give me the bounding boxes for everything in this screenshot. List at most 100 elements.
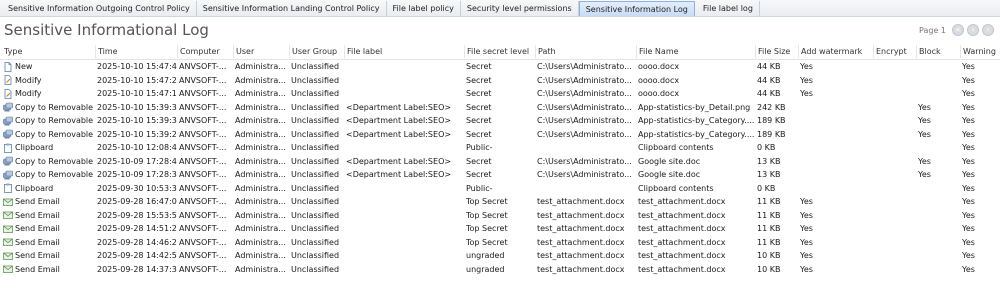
tab-security-level-permissions[interactable]: Security level permissions	[461, 1, 579, 16]
cell-encrypt	[873, 101, 916, 115]
cell-add-watermark	[798, 128, 873, 142]
cell-path: C:\Users\Administrato...	[537, 102, 632, 112]
cell-encrypt	[873, 236, 916, 250]
cell-type-label: Modify	[15, 89, 42, 98]
cell-encrypt	[873, 74, 916, 88]
page-title: Sensitive Informational Log	[4, 21, 209, 39]
tab-file-label-log[interactable]: File label log	[697, 1, 760, 16]
cell-path: test_attachment.docx	[537, 264, 625, 274]
table-row[interactable]: Copy to Removable 2025-10-09 17:28:43 ANVS…	[0, 155, 1000, 169]
column-header-block[interactable]: Block	[916, 45, 960, 58]
cell-file-size: 242 KB	[757, 102, 786, 112]
cell-add-watermark: Yes	[800, 237, 813, 247]
column-header-user[interactable]: User	[233, 45, 289, 58]
tab-sensitive-information-log[interactable]: Sensitive Information Log	[578, 1, 695, 16]
cell-block: Yes	[918, 102, 931, 112]
cell-file-secret-level: Secret	[466, 75, 492, 85]
table-row[interactable]: Send Email 2025-09-28 14:37:31 ANVSOFT-...…	[0, 263, 1000, 277]
cell-file-size: 0 KB	[757, 143, 776, 152]
cell-path: C:\Users\Administrato...	[537, 62, 632, 71]
document-modify-icon	[3, 75, 13, 86]
cell-file-label	[344, 182, 464, 196]
table-row[interactable]: Copy to Removable 2025-10-09 17:28:37 ANVS…	[0, 168, 1000, 182]
cell-user: Administra...	[235, 75, 286, 85]
cell-type-label: Clipboard	[15, 143, 54, 152]
cell-user-group: Unclassified	[291, 116, 340, 125]
cell-file-name: test_attachment.docx	[638, 251, 726, 260]
cell-type: Copy to Removable	[0, 114, 95, 128]
cell-user: Administra...	[235, 129, 286, 139]
column-header-file-size[interactable]: File Size	[755, 45, 798, 58]
cell-file-label	[344, 209, 464, 223]
cell-file-name: App-statistics-by_Detail.png	[638, 102, 751, 112]
cell-file-name: test_attachment.docx	[638, 264, 726, 274]
cell-type: Send Email	[0, 195, 95, 209]
cell-encrypt	[873, 168, 916, 182]
column-header-encrypt[interactable]: Encrypt	[873, 45, 916, 58]
tab-outgoing-control-policy[interactable]: Sensitive Information Outgoing Control P…	[2, 1, 197, 16]
table-row[interactable]: Copy to Removable 2025-10-10 15:39:36 ANVS…	[0, 114, 1000, 128]
column-header-file-label[interactable]: File label	[344, 45, 464, 58]
cell-file-size: 189 KB	[757, 116, 786, 125]
cell-block	[916, 141, 960, 155]
cell-file-name: oooo.docx	[638, 62, 680, 71]
cell-encrypt	[873, 128, 916, 142]
cell-file-name: Google site.doc	[638, 170, 701, 179]
cell-add-watermark: Yes	[800, 210, 813, 220]
table-row[interactable]: Clipboard 2025-10-10 12:08:40 ANVSOFT-... A…	[0, 141, 1000, 155]
cell-block	[916, 236, 960, 250]
cell-path	[535, 141, 636, 155]
cell-file-label	[344, 249, 464, 263]
column-header-file-name[interactable]: File Name	[636, 45, 755, 58]
tab-landing-control-policy[interactable]: Sensitive Information Landing Control Po…	[197, 1, 387, 16]
column-header-add-watermark[interactable]: Add watermark	[798, 45, 873, 58]
cell-warning: Yes	[962, 156, 975, 166]
table-row[interactable]: Send Email 2025-09-28 14:46:25 ANVSOFT-...…	[0, 236, 1000, 250]
cell-user-group: Unclassified	[291, 102, 340, 112]
column-header-time[interactable]: Time	[95, 45, 177, 58]
table-row[interactable]: Clipboard 2025-09-30 10:53:38 ANVSOFT-... A…	[0, 182, 1000, 196]
next-page-icon[interactable]: ›	[982, 24, 994, 36]
cell-time: 2025-09-28 14:46:25	[97, 237, 177, 247]
removable-copy-icon	[3, 129, 13, 139]
cell-type-label: Send Email	[15, 210, 60, 220]
cell-block: Yes	[918, 116, 931, 125]
cell-computer: ANVSOFT-...	[179, 237, 227, 247]
column-header-warning[interactable]: Warning	[960, 45, 1000, 58]
prev-page-icon[interactable]: ‹	[967, 24, 979, 36]
cell-type: Modify	[0, 74, 95, 88]
column-header-path[interactable]: Path	[535, 45, 636, 58]
cell-type-label: Copy to Removable	[15, 129, 94, 139]
table-row[interactable]: Send Email 2025-09-28 16:47:00 ANVSOFT-...…	[0, 195, 1000, 209]
table-row[interactable]: Modify 2025-10-10 15:47:18 ANVSOFT-... Admi…	[0, 87, 1000, 101]
cell-file-secret-level: ungraded	[466, 264, 505, 274]
cell-add-watermark	[798, 168, 873, 182]
table-row[interactable]: Send Email 2025-09-28 15:53:52 ANVSOFT-...…	[0, 209, 1000, 223]
table-row[interactable]: Send Email 2025-09-28 14:42:56 ANVSOFT-...…	[0, 249, 1000, 263]
cell-type: Copy to Removable	[0, 155, 95, 169]
cell-type: Modify	[0, 87, 95, 101]
cell-user: Administra...	[235, 143, 286, 152]
cell-type-label: Copy to Removable	[15, 102, 94, 112]
cell-file-name: App-statistics-by_Category....	[638, 129, 755, 139]
cell-encrypt	[873, 249, 916, 263]
cell-type: Copy to Removable	[0, 168, 95, 182]
cell-encrypt	[873, 155, 916, 169]
first-page-icon[interactable]: «	[952, 24, 964, 36]
table-row[interactable]: New 2025-10-10 15:47:41 ANVSOFT-... Adminis…	[0, 60, 1000, 74]
table-row[interactable]: Copy to Removable 2025-10-10 15:39:39 ANVS…	[0, 101, 1000, 115]
column-header-file-secret-level[interactable]: File secret level	[464, 45, 535, 58]
table-row[interactable]: Send Email 2025-09-28 14:51:25 ANVSOFT-...…	[0, 222, 1000, 236]
tab-file-label-policy[interactable]: File label policy	[387, 1, 461, 16]
cell-file-name: Clipboard contents	[638, 143, 714, 152]
cell-file-label: <Department Label:SEO>	[346, 129, 452, 139]
cell-add-watermark: Yes	[800, 251, 813, 260]
column-header-computer[interactable]: Computer	[177, 45, 233, 58]
table-row[interactable]: Copy to Removable 2025-10-10 15:39:24 ANVS…	[0, 128, 1000, 142]
cell-path: C:\Users\Administrato...	[537, 89, 632, 98]
column-header-type[interactable]: Type	[0, 45, 95, 58]
column-header-user-group[interactable]: User Group	[289, 45, 344, 58]
table-row[interactable]: Modify 2025-10-10 15:47:29 ANVSOFT-... Admi…	[0, 74, 1000, 88]
cell-user: Administra...	[235, 89, 286, 98]
cell-path: test_attachment.docx	[537, 237, 625, 247]
